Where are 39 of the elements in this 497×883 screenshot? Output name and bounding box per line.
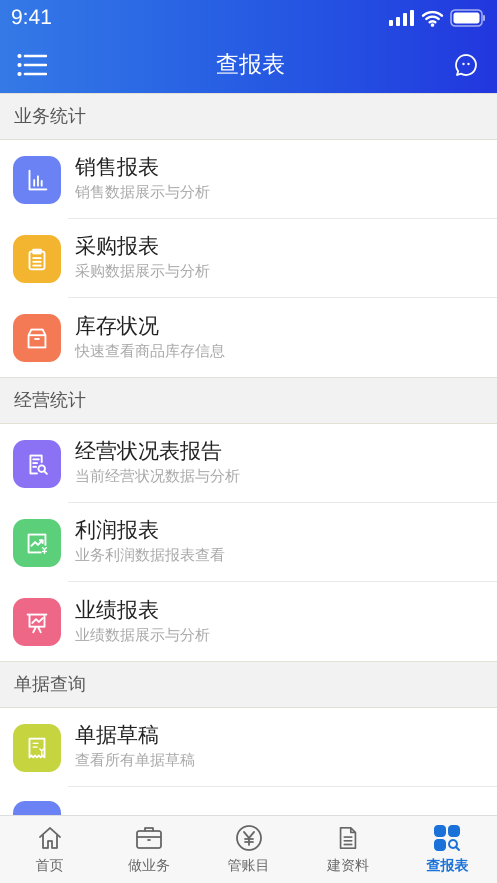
report-list-item[interactable]: 单据草稿 查看所有单据草稿 [0,708,497,787]
yen-icon [234,824,263,852]
tab-item[interactable]: 管账目 [198,816,298,883]
page-title: 查报表 [216,50,285,80]
report-title: 库存状况 [75,314,160,340]
section-title: 业务统计 [14,105,86,128]
report-title: 利润报表 [75,518,160,544]
report-subtitle: 采购数据展示与分析 [75,262,211,282]
report-subtitle: 快速查看商品库存信息 [75,342,226,362]
report-title: 业绩报表 [75,598,160,624]
tab-item[interactable]: 首页 [0,816,100,883]
report-subtitle: 当前经营状况数据与分析 [75,467,241,487]
report-title: 单据草稿 [75,723,160,749]
report-list-item[interactable]: 销售报表 销售数据展示与分析 [0,140,497,219]
report-list-item[interactable]: 经营状况表报告 当前经营状况数据与分析 [0,424,497,503]
report-list-item[interactable]: 库存状况 快速查看商品库存信息 [0,298,497,377]
report-title: 采购报表 [75,234,160,260]
tab-item[interactable]: 做业务 [99,816,199,883]
report-subtitle: 查看所有单据草稿 [75,751,196,771]
report-title: 经营状况表报告 [75,439,223,465]
section-title: 单据查询 [14,673,86,696]
report-title: 销售报表 [75,155,160,181]
report-subtitle: 业绩数据展示与分析 [75,626,211,646]
report-subtitle: 业务利润数据报表查看 [75,546,226,566]
report-list-item[interactable]: 利润报表 业务利润数据报表查看 [0,503,497,582]
grid-search-icon [433,824,462,852]
report-list-item[interactable]: 业绩报表 业绩数据展示与分析 [0,582,497,661]
tab-item[interactable]: 查报表 [398,816,497,883]
battery-icon [450,9,486,27]
report-list-item[interactable]: 采购报表 采购数据展示与分析 [0,219,497,298]
report-subtitle: 销售数据展示与分析 [75,183,211,203]
tab-item[interactable]: 建资料 [298,816,398,883]
section-title: 经营统计 [14,389,86,412]
status-time: 9:41 [11,5,52,32]
signal-icon [389,10,415,26]
menu-icon [17,52,47,76]
message-button[interactable] [454,52,480,78]
wifi-icon [421,10,444,26]
chat-bubble-icon [454,52,478,76]
